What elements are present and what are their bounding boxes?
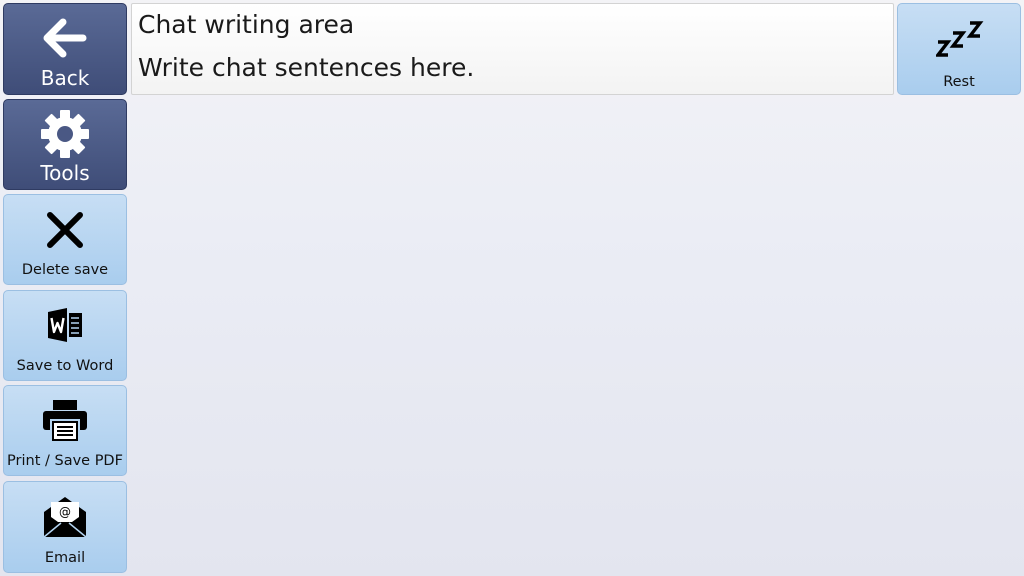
chat-writing-area[interactable]: Chat writing area Write chat sentences h… <box>131 3 894 95</box>
delete-save-label: Delete save <box>21 262 109 278</box>
email-label: Email <box>44 550 86 566</box>
rest-label: Rest <box>943 74 975 90</box>
close-icon <box>46 211 84 249</box>
tools-button[interactable]: Tools <box>3 99 127 190</box>
svg-text:@: @ <box>59 505 71 519</box>
delete-save-button[interactable]: Delete save <box>3 194 127 285</box>
print-label: Print / Save PDF <box>7 453 123 469</box>
tools-label: Tools <box>40 161 90 185</box>
envelope-icon: @ <box>41 494 89 540</box>
print-button[interactable]: Print / Save PDF <box>3 385 127 476</box>
printer-icon <box>41 398 89 444</box>
chat-input-placeholder: Write chat sentences here. <box>138 53 475 82</box>
back-button[interactable]: Back <box>3 3 127 95</box>
sleep-icon <box>934 18 986 64</box>
gear-icon <box>39 108 91 160</box>
email-button[interactable]: @ Email <box>3 481 127 573</box>
arrow-left-icon <box>41 18 89 58</box>
word-icon <box>45 305 85 345</box>
save-to-word-button[interactable]: Save to Word <box>3 290 127 381</box>
chat-area-title: Chat writing area <box>138 10 355 39</box>
rest-button[interactable]: Rest <box>897 3 1021 95</box>
save-to-word-label: Save to Word <box>16 358 114 374</box>
back-label: Back <box>40 66 90 90</box>
